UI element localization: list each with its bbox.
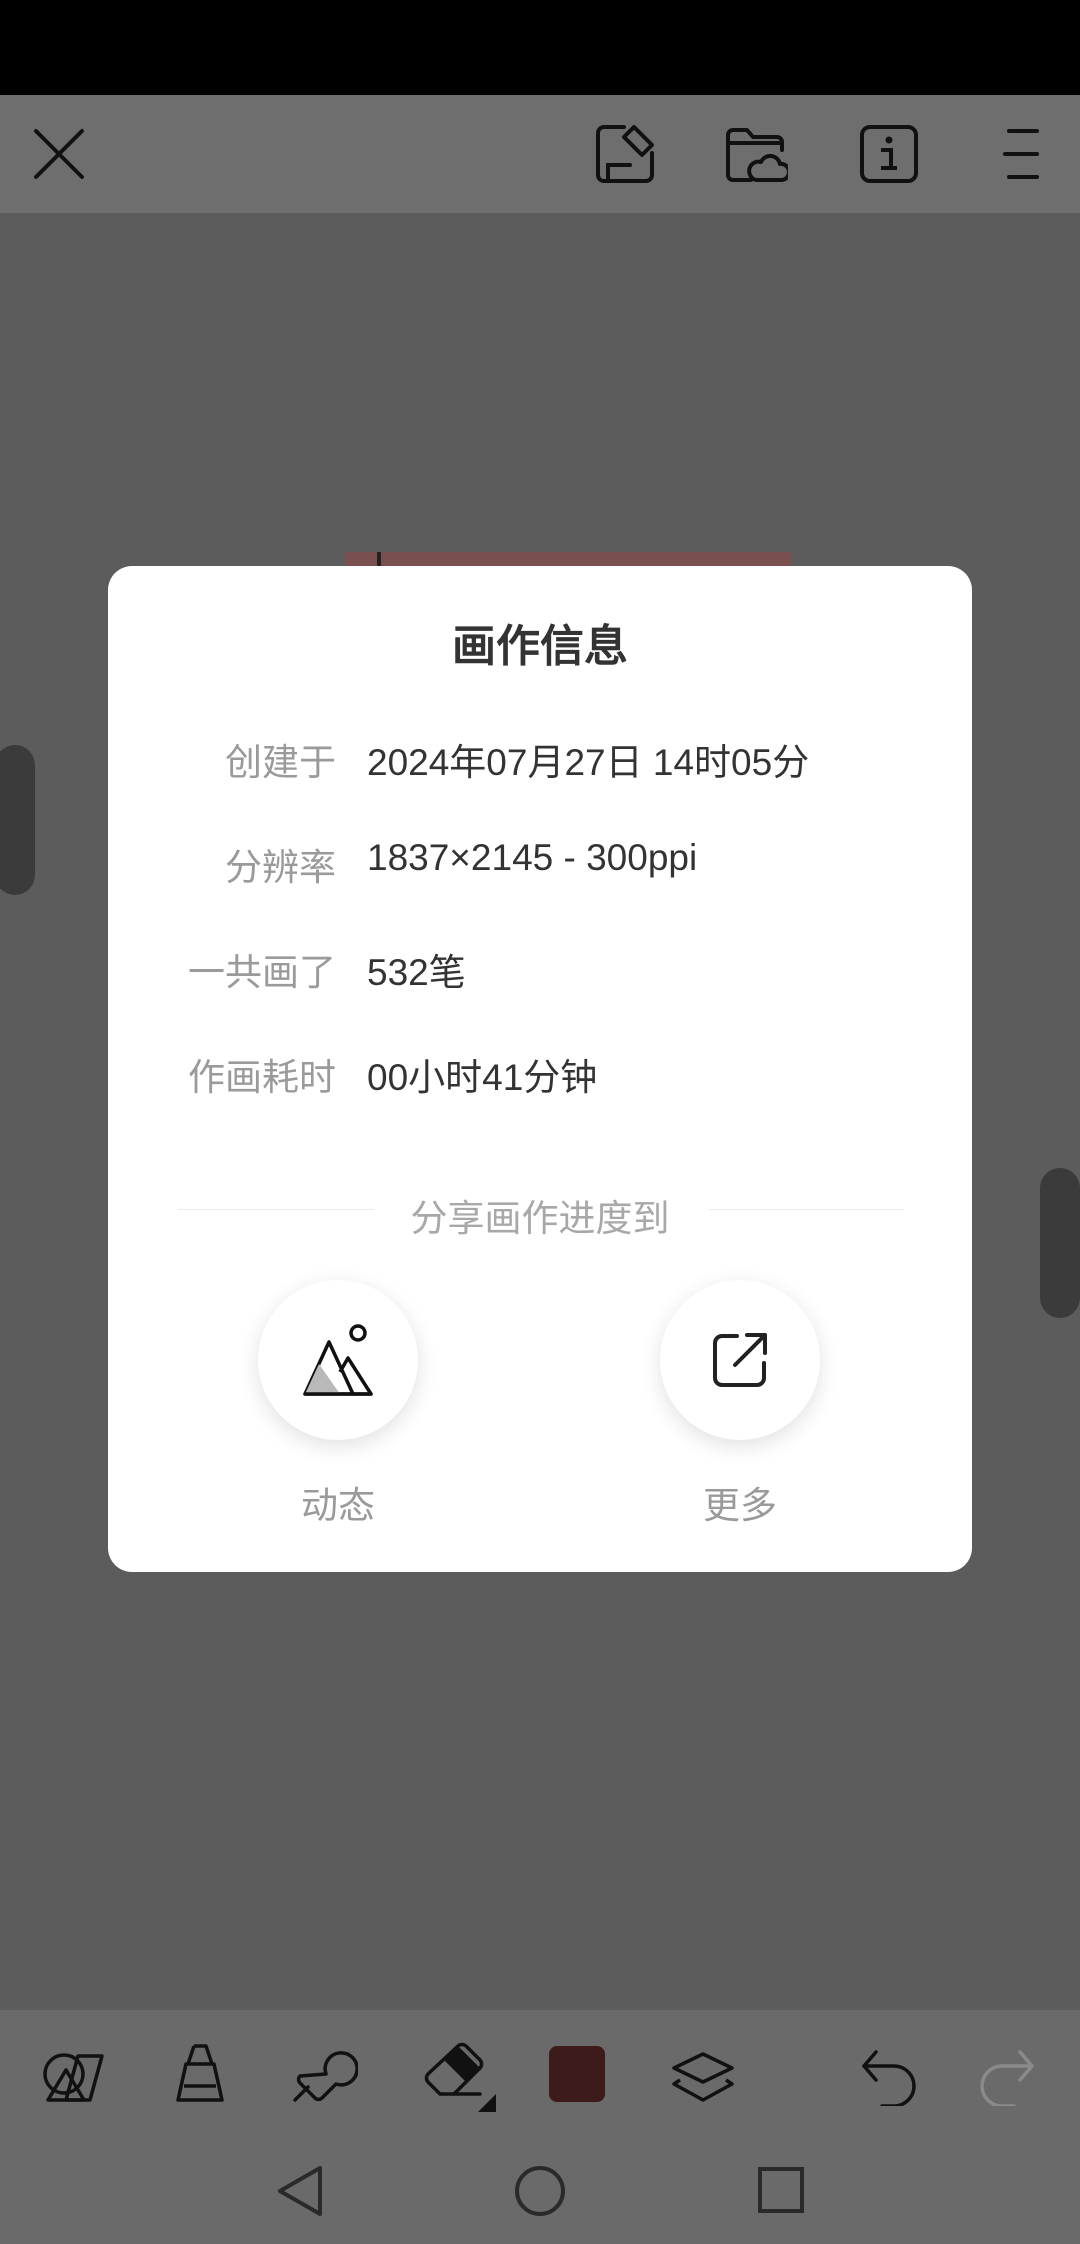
resolution-value: 1837×2145 - 300ppi (367, 837, 698, 878)
paint-bucket-icon[interactable] (170, 2042, 230, 2106)
external-share-icon (713, 1333, 767, 1387)
home-icon[interactable] (513, 2164, 567, 2218)
navigation-bar (0, 2138, 1080, 2244)
undo-icon[interactable] (860, 2046, 918, 2106)
opacity-slider[interactable] (1040, 1168, 1080, 1318)
strokes-value: 532笔 (367, 952, 466, 993)
share-more-label: 更多 (703, 1485, 777, 1526)
created-label: 创建于 (225, 742, 336, 783)
cloud-folder-icon[interactable] (724, 125, 788, 185)
share-more-button[interactable] (660, 1280, 820, 1440)
brush-size-slider[interactable] (0, 745, 35, 895)
brush-icon[interactable] (292, 2040, 358, 2106)
share-title: 分享画作进度到 (410, 1198, 670, 1239)
status-bar (0, 0, 1080, 95)
recents-icon[interactable] (757, 2166, 805, 2214)
top-bar (0, 95, 1080, 213)
back-icon[interactable] (276, 2164, 324, 2218)
menu-icon[interactable] (1003, 128, 1039, 180)
share-moment-label: 动态 (301, 1485, 375, 1526)
resolution-label: 分辨率 (225, 847, 336, 888)
strokes-label: 一共画了 (188, 952, 336, 993)
layers-icon[interactable] (670, 2050, 736, 2104)
close-icon[interactable] (33, 128, 85, 180)
bottom-toolbar (0, 2010, 1080, 2138)
mountain-image-icon (303, 1324, 373, 1396)
redo-icon[interactable] (978, 2046, 1036, 2106)
save-icon[interactable] (594, 123, 656, 185)
info-icon[interactable] (859, 124, 919, 184)
eraser-icon[interactable] (422, 2040, 496, 2112)
duration-value: 00小时41分钟 (367, 1057, 598, 1098)
created-value: 2024年07月27日 14时05分 (367, 742, 810, 783)
color-swatch[interactable] (549, 2046, 605, 2102)
artwork-info-dialog: 画作信息 创建于 2024年07月27日 14时05分 分辨率 1837×214… (108, 566, 972, 1572)
artwork-canvas (345, 552, 791, 566)
dialog-title: 画作信息 (452, 622, 628, 671)
duration-label: 作画耗时 (188, 1057, 336, 1098)
share-moment-button[interactable] (258, 1280, 418, 1440)
shapes-icon[interactable] (42, 2048, 106, 2104)
